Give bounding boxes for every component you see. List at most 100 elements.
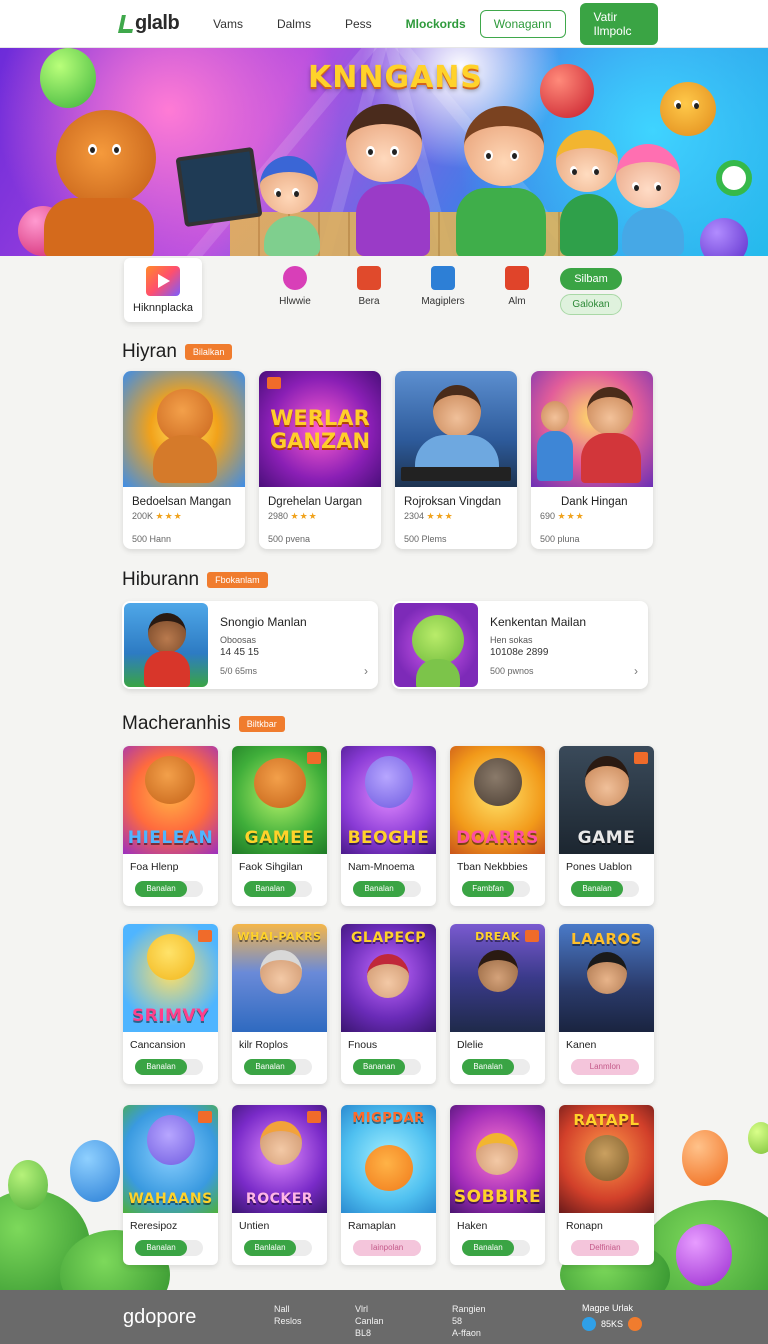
main-nav: Vams Dalms Pess Mlockords Wonagann Vatir… (179, 2, 658, 45)
category-item-3[interactable]: Magiplers (406, 266, 480, 307)
game-card[interactable]: MIGPDAR Ramaplan Iainpolan (341, 1105, 436, 1265)
featured-card[interactable]: Dank Hingan 690 ★★★ 500 pluna (531, 371, 653, 549)
game-card[interactable]: WAHAANS Reresipoz Banalan (123, 1105, 218, 1265)
site-logo[interactable]: glalb (118, 12, 180, 35)
play-button[interactable]: Lanmlon (571, 1059, 639, 1075)
play-button[interactable]: Delfinian (571, 1240, 639, 1256)
wide-card[interactable]: Kenkentan Mailan Hen sokas 10108e 2899 5… (392, 601, 648, 689)
nav-item-1[interactable]: Vams (213, 17, 243, 31)
card-number: 14 45 15 (220, 647, 259, 658)
game-card[interactable]: LAAROS Kanen Lanmlon (559, 924, 654, 1084)
ring-icon (716, 160, 752, 196)
game-card[interactable]: ROCKER Untien Banlalan (232, 1105, 327, 1265)
hero-banner[interactable]: KNNGANS (0, 48, 768, 256)
game-card[interactable]: BEOGHE Nam-Mnoema Banalan (341, 746, 436, 906)
footer-link[interactable]: 58 (452, 1315, 486, 1327)
game-card[interactable]: GAMEE Faok Sihgilan Banalan (232, 746, 327, 906)
game-card[interactable]: RATAPL Ronapn Delfinian (559, 1105, 654, 1265)
play-button[interactable]: Banalan (135, 881, 187, 897)
pill-primary-button[interactable]: Silbam (560, 268, 622, 290)
cover-title-art: SOBBIRE (453, 1187, 542, 1207)
category-label: Bera (358, 296, 380, 307)
man-face-icon (585, 756, 629, 806)
game-card[interactable]: GLAPECP Fnous Bananan (341, 924, 436, 1084)
play-button-track: Banalan (353, 881, 421, 897)
game-card[interactable]: DOARRS Tban Nekbbies Fambfan (450, 746, 545, 906)
footer-column: Nall Reslos (274, 1303, 302, 1327)
balloon-icon (676, 1224, 732, 1286)
footer-link[interactable]: Nall (274, 1303, 302, 1315)
play-button[interactable]: Bananan (353, 1059, 405, 1075)
chevron-right-icon[interactable]: › (634, 664, 638, 678)
card-title: Ronapn (566, 1220, 603, 1232)
play-button[interactable]: Fambfan (462, 881, 514, 897)
cover-title-art: WERLAR GANZAN (269, 406, 371, 453)
share-icon[interactable] (628, 1317, 643, 1331)
footer-link[interactable]: Rangien (452, 1303, 486, 1315)
category-main-card[interactable]: Hiknnplacka (124, 258, 202, 322)
play-button[interactable]: Banalan (135, 1240, 187, 1256)
game-card[interactable]: WHAI-PAKRS kilr Roplos Banalan (232, 924, 327, 1084)
balloon-icon (748, 1122, 768, 1154)
kid-body (622, 208, 684, 256)
featured-card[interactable]: Bedoelsan Mangan 200K ★★★ 500 Hann (123, 371, 245, 549)
chevron-right-icon[interactable]: › (364, 664, 368, 678)
footer-logo[interactable]: gdopore (123, 1306, 196, 1329)
section-tag[interactable]: Bilalkan (184, 344, 233, 360)
game-card[interactable]: HIELEAN Foa Hlenp Banalan (123, 746, 218, 906)
cover-title-art: WHAI-PAKRS (237, 930, 322, 943)
play-button[interactable]: Banalan (244, 881, 296, 897)
footer-link[interactable]: Canlan (355, 1315, 384, 1327)
play-button[interactable]: Banalan (462, 1240, 514, 1256)
cat-statue-icon (585, 1135, 629, 1181)
category-item-2[interactable]: Bera (332, 266, 406, 307)
footer-link[interactable]: Reslos (274, 1315, 302, 1327)
nav-item-3[interactable]: Pess (345, 17, 372, 31)
section-title: Hiyran (122, 341, 177, 362)
play-button[interactable]: Banalan (462, 1059, 514, 1075)
game-card[interactable]: GAME Pones Uablon Banalan (559, 746, 654, 906)
cube-icon (357, 266, 381, 290)
stars-icon: ★★★ (557, 511, 585, 521)
play-button[interactable]: Banalan (571, 881, 623, 897)
section-tag[interactable]: Fbokanlam (207, 572, 268, 588)
play-button[interactable]: Iainpolan (353, 1240, 421, 1256)
section-tag[interactable]: Biltkbar (238, 716, 285, 732)
kid-face-icon (476, 1133, 518, 1175)
nav-item-2[interactable]: Dalms (277, 17, 311, 31)
nav-item-4[interactable]: Mlockords (406, 17, 466, 31)
twitter-icon[interactable] (582, 1317, 596, 1331)
footer-link[interactable]: BL8 (355, 1327, 384, 1339)
play-button-track: Lanmlon (571, 1059, 639, 1075)
play-button[interactable]: Banalan (353, 881, 405, 897)
play-button-track: Banlalan (244, 1240, 312, 1256)
kid-character (556, 130, 618, 192)
game-cover (123, 371, 245, 487)
game-card[interactable]: SOBBIRE Haken Banalan (450, 1105, 545, 1265)
card-title: Foa Hlenp (130, 861, 179, 873)
category-item-1[interactable]: Hlwwie (258, 266, 332, 307)
game-card[interactable]: DREAK Dlelie Banalan (450, 924, 545, 1084)
play-button[interactable]: Banalan (244, 1059, 296, 1075)
card-count: 500 Plems (404, 534, 447, 544)
category-label: Hlwwie (279, 296, 311, 307)
footer-link[interactable]: A-ffaon (452, 1327, 486, 1339)
balloon-icon (40, 48, 96, 108)
logo-mark-icon (118, 14, 136, 33)
wide-card-text: Snongio Manlan Oboosas 14 45 15 5/0 65ms (210, 601, 307, 689)
footer-link[interactable]: Vlrl (355, 1303, 384, 1315)
kid-character (346, 104, 422, 182)
game-card[interactable]: SRIMVY Cancansion Banalan (123, 924, 218, 1084)
pill-secondary-button[interactable]: Galokan (560, 294, 622, 315)
wide-card[interactable]: Snongio Manlan Oboosas 14 45 15 5/0 65ms… (122, 601, 378, 689)
card-title: Ramaplan (348, 1220, 396, 1232)
card-rating: 2980 ★★★ (259, 508, 381, 522)
featured-card[interactable]: WERLAR GANZAN Dgrehelan Uargan 2980 ★★★ … (259, 371, 381, 549)
category-pills: Silbam Galokan (560, 268, 622, 315)
outline-button[interactable]: Wonagann (479, 9, 566, 38)
play-button[interactable]: Banlalan (244, 1240, 296, 1256)
primary-cta-button[interactable]: Vatir Ilmpolc (579, 2, 658, 45)
category-item-4[interactable]: Alm (480, 266, 554, 307)
play-button[interactable]: Banalan (135, 1059, 187, 1075)
featured-card[interactable]: Rojroksan Vingdan 2304 ★★★ 500 Plems (395, 371, 517, 549)
